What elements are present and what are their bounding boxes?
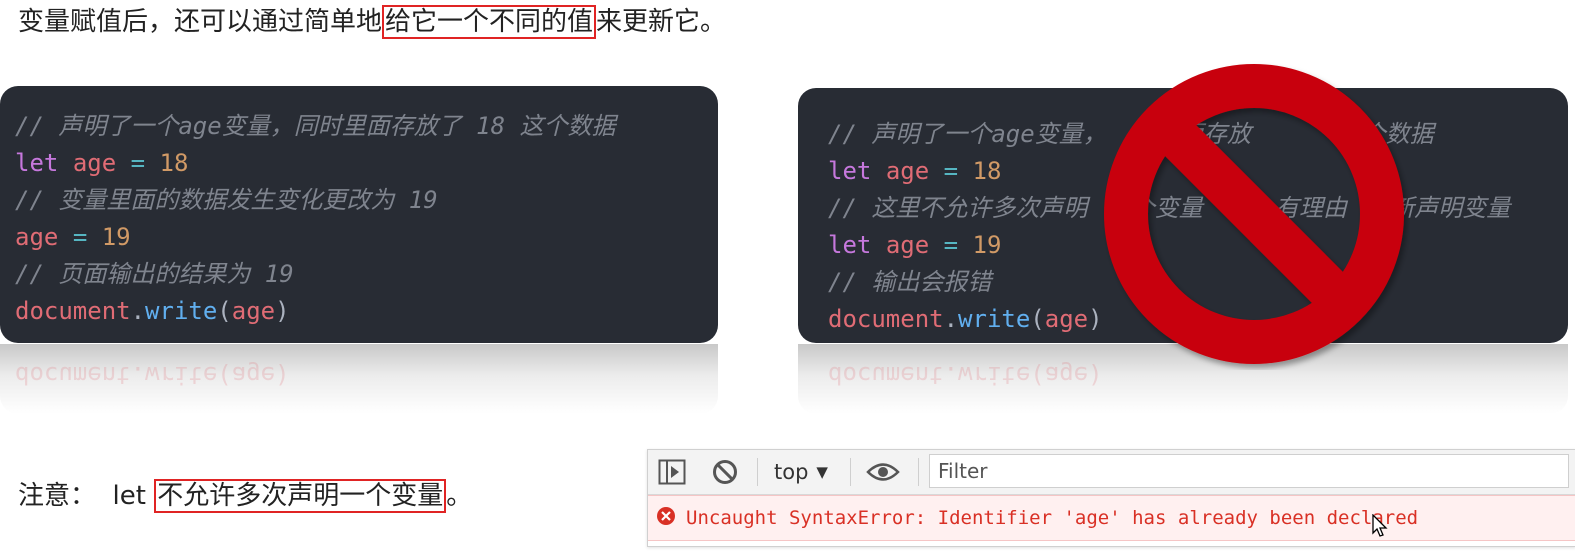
note-after: 。 (446, 481, 473, 511)
code-variable: age (72, 149, 117, 177)
code-paren-open: ( (217, 297, 232, 325)
context-dropdown-icon: ▼ (816, 463, 828, 481)
code-variable: age (15, 223, 59, 251)
code-paren-close: ) (275, 297, 290, 325)
code-comment: // 页面输出的结果为 19 (15, 260, 294, 288)
note-text: 注意： let 不允许多次声明一个变量。 (18, 476, 472, 516)
code-argument: age (231, 297, 276, 325)
sidebar-toggle-icon[interactable] (658, 459, 686, 489)
reflection-text: document.write(age) (828, 361, 1103, 389)
code-number: 18 (972, 157, 1002, 185)
toolbar-divider (850, 458, 851, 486)
intro-after: 来更新它。 (596, 7, 727, 37)
note-code: let (112, 481, 146, 511)
code-operator: = (943, 157, 959, 185)
code-operator: = (72, 223, 88, 251)
reflection-text: document.write(age) (15, 361, 290, 389)
code-argument: age (1044, 305, 1089, 333)
context-label: top (774, 460, 809, 484)
devtools-console: top ▼ Uncaught SyntaxError: Identifier 'a… (647, 449, 1575, 547)
error-icon (656, 506, 676, 530)
code-comment: // 输出会报错 (828, 268, 992, 296)
code-example-valid: // 声明了一个age变量，同时里面存放了 18 这个数据 let age = … (0, 86, 718, 343)
code-number: 19 (101, 223, 131, 251)
code-comment: // 变量里面的数据发生变化更改为 19 (15, 186, 438, 214)
code-object: document (15, 297, 131, 325)
code-paren-open: ( (1030, 305, 1045, 333)
console-toolbar: top ▼ (648, 450, 1575, 495)
code-keyword: let (828, 157, 872, 185)
note-label: 注意： (18, 481, 97, 511)
code-function: write (958, 305, 1031, 333)
error-text: Uncaught SyntaxError: Identifier 'age' h… (686, 507, 1419, 529)
code-comment: // 声明了一个age变量，同时里面存放了 18 这个数据 (15, 112, 616, 140)
code-dot: . (943, 305, 959, 333)
code-keyword: let (828, 231, 872, 259)
intro-before: 变量赋值后，还可以通过简单地 (18, 7, 383, 37)
code-variable: age (885, 157, 930, 185)
console-error-message: Uncaught SyntaxError: Identifier 'age' h… (648, 495, 1575, 541)
intro-highlight: 给它一个不同的值 (382, 5, 597, 39)
no-entry-prohibition-icon (1104, 64, 1404, 364)
clear-console-icon[interactable] (712, 459, 738, 489)
toolbar-divider (918, 458, 919, 486)
code-number: 19 (972, 231, 1002, 259)
code-number: 18 (159, 149, 189, 177)
mouse-cursor-icon (1372, 514, 1388, 537)
code-object: document (828, 305, 944, 333)
code-reflection: document.write(age) (0, 344, 718, 414)
console-filter-input[interactable] (929, 454, 1569, 488)
context-selector[interactable]: top ▼ (774, 450, 828, 494)
code-operator: = (943, 231, 959, 259)
code-keyword: let (15, 149, 59, 177)
eye-icon[interactable] (866, 461, 900, 487)
code-function: write (145, 297, 218, 325)
toolbar-divider (757, 458, 758, 486)
code-variable: age (885, 231, 930, 259)
note-highlight: 不允许多次声明一个变量 (154, 479, 447, 513)
code-operator: = (130, 149, 146, 177)
intro-text: 变量赋值后，还可以通过简单地 给它一个不同的值 来更新它。 (18, 2, 726, 42)
code-block: // 声明了一个age变量，同时里面存放了 18 这个数据 let age = … (15, 108, 616, 330)
code-dot: . (130, 297, 146, 325)
